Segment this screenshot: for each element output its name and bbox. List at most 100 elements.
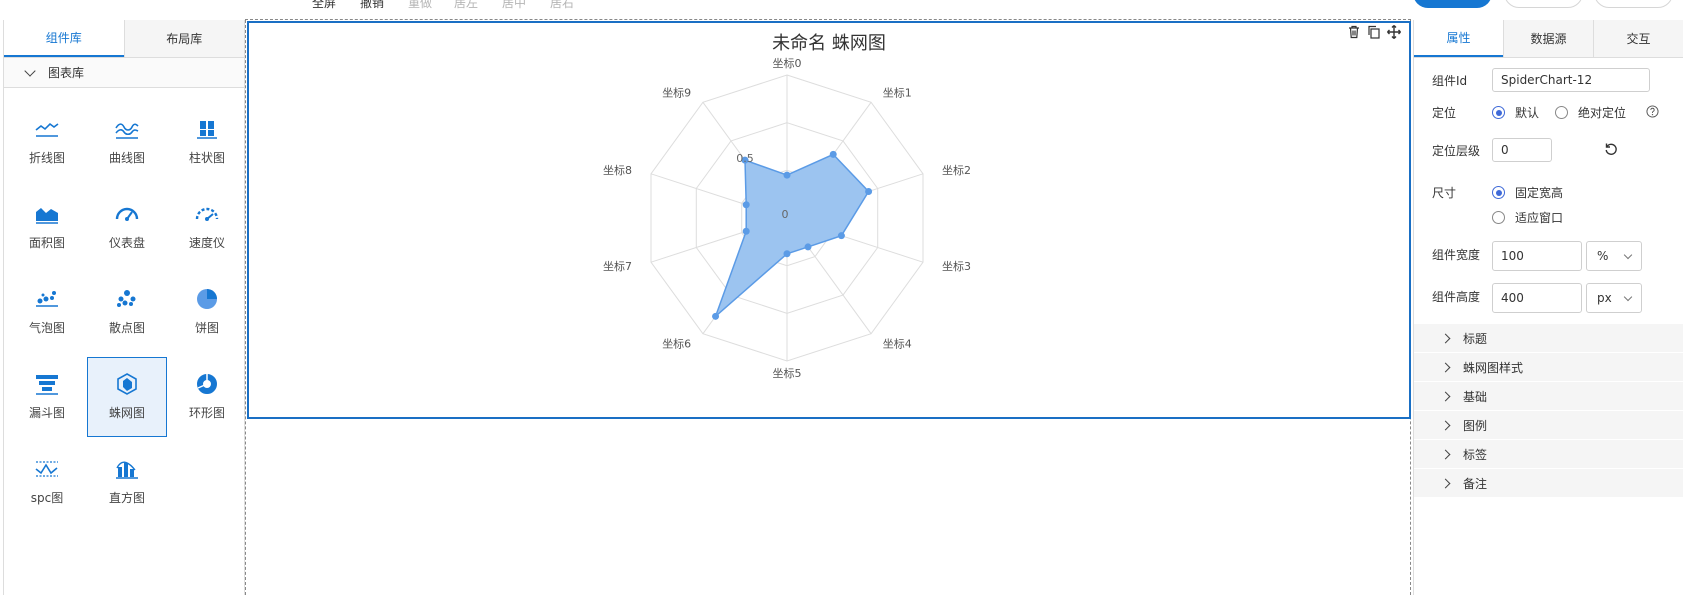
radar-indicator-label: 坐标6 [662, 336, 691, 350]
size-fit-option[interactable]: 适应窗口 [1492, 209, 1563, 226]
width-row: 组件宽度 100 % [1432, 241, 1642, 271]
area-chart-icon [34, 203, 60, 234]
section-5[interactable]: 备注 [1414, 469, 1683, 498]
spider-chart-component[interactable]: 未命名 蛛网图 0 0.5 坐标0 坐标1 坐标2 坐标3 坐标4 坐标5 坐标6 坐标7 坐标8 坐… [247, 21, 1411, 419]
radar-data-point [837, 232, 845, 240]
position-row: 定位 默认 绝对定位 [1432, 104, 1659, 121]
component-pie-chart[interactable]: 饼图 [167, 272, 247, 352]
component-label: 散点图 [108, 321, 145, 335]
property-panel-tabs: 属性 数据源 交互 [1414, 20, 1683, 58]
height-label: 组件高度 [1432, 289, 1481, 304]
size-fixed-option[interactable]: 固定宽高 [1492, 184, 1563, 201]
component-curve-chart[interactable]: 曲线图 [87, 102, 167, 182]
radar-indicator-label: 坐标7 [603, 259, 632, 273]
width-unit-select[interactable]: % [1586, 241, 1642, 271]
section-label: 基础 [1463, 389, 1488, 404]
design-canvas[interactable]: 未命名 蛛网图 0 0.5 坐标0 坐标1 坐标2 坐标3 坐标4 坐标5 坐标6 坐标7 坐标8 坐… [245, 20, 1411, 595]
section-label: 图例 [1463, 418, 1488, 433]
width-input[interactable]: 100 [1492, 241, 1582, 271]
radar-data-point [712, 312, 720, 320]
bar-chart-icon [194, 118, 220, 149]
component-bar-chart[interactable]: 柱状图 [167, 102, 247, 182]
chevron-down-icon [24, 64, 36, 77]
component-funnel-chart[interactable]: 漏斗图 [7, 357, 87, 437]
radio-checked-icon[interactable] [1492, 186, 1505, 199]
position-label: 定位 [1432, 106, 1457, 120]
height-unit-value: px [1597, 291, 1612, 305]
help-icon[interactable] [1646, 104, 1659, 121]
component-label: 漏斗图 [28, 406, 65, 420]
undo-button[interactable]: 撤销 [360, 0, 384, 11]
component-label: 饼图 [194, 321, 219, 335]
fullscreen-button[interactable]: 全屏 [312, 0, 336, 11]
scatter-chart-icon [114, 288, 140, 319]
radar-tick-label: 0 [782, 208, 789, 221]
height-input[interactable]: 400 [1492, 283, 1582, 313]
radar-data-point [742, 201, 750, 209]
align-center-button[interactable]: 居中 [502, 0, 526, 11]
component-id-label: 组件Id [1432, 73, 1468, 88]
section-2[interactable]: 基础 [1414, 382, 1683, 411]
gauge-icon [114, 203, 140, 234]
component-histogram[interactable]: 直方图 [87, 442, 167, 522]
radio-checked-icon[interactable] [1492, 106, 1505, 119]
redo-button[interactable]: 重做 [408, 0, 432, 11]
histogram-icon [114, 458, 140, 489]
position-absolute-option[interactable]: 绝对定位 [1555, 104, 1626, 121]
tab-properties[interactable]: 属性 [1414, 20, 1503, 57]
radar-indicator-label: 坐标2 [942, 163, 971, 177]
section-0[interactable]: 标题 [1414, 324, 1683, 353]
bubble-chart-icon [34, 288, 60, 319]
component-bubble-chart[interactable]: 气泡图 [7, 272, 87, 352]
chevron-right-icon [1440, 478, 1451, 488]
component-scatter-chart[interactable]: 散点图 [87, 272, 167, 352]
component-id-input[interactable]: SpiderChart-12 [1492, 68, 1650, 92]
save-button[interactable] [1413, 0, 1492, 8]
tab-layouts[interactable]: 布局库 [123, 20, 244, 57]
component-radar-chart[interactable]: 蛛网图 [87, 357, 167, 437]
exit-button[interactable] [1594, 0, 1673, 8]
align-right-button[interactable]: 居右 [550, 0, 574, 11]
radar-data-point [783, 250, 791, 258]
section-1[interactable]: 蛛网图样式 [1414, 353, 1683, 382]
position-default-option[interactable]: 默认 [1492, 104, 1539, 121]
section-label: 蛛网图样式 [1463, 360, 1524, 375]
component-speedometer[interactable]: 速度仪 [167, 187, 247, 267]
component-panel: 组件库 布局库 图表库 折线图 曲线图 柱状图 面积图 仪表盘 速度仪 气泡图 散点图 饼图漏斗… [3, 20, 245, 595]
radio-unchecked-icon[interactable] [1555, 106, 1569, 119]
component-spc-chart[interactable]: spc图 [7, 442, 87, 522]
component-line-chart[interactable]: 折线图 [7, 102, 87, 182]
reset-icon[interactable] [1604, 142, 1618, 159]
zindex-label: 定位层级 [1432, 143, 1481, 158]
radar-indicator-label: 坐标3 [942, 259, 971, 273]
radar-chart-icon [114, 373, 140, 404]
tab-datasource[interactable]: 数据源 [1503, 20, 1593, 57]
component-label: 蛛网图 [108, 406, 145, 420]
position-absolute-label: 绝对定位 [1578, 106, 1627, 120]
chevron-down-icon [1623, 292, 1633, 301]
funnel-chart-icon [34, 373, 60, 404]
component-label: 直方图 [108, 491, 145, 505]
section-label: 备注 [1463, 476, 1488, 491]
property-panel: 属性 数据源 交互 组件Id SpiderChart-12 定位 默认 绝对定位… [1413, 20, 1683, 595]
chevron-right-icon [1440, 391, 1451, 401]
chart-library-header[interactable]: 图表库 [4, 58, 244, 88]
tab-components[interactable]: 组件库 [4, 20, 124, 57]
align-left-button[interactable]: 居左 [454, 0, 478, 11]
radar-data-point [783, 171, 791, 179]
zindex-input[interactable]: 0 [1492, 138, 1552, 162]
section-4[interactable]: 标签 [1414, 440, 1683, 469]
preview-button[interactable] [1504, 0, 1583, 8]
component-label: 折线图 [28, 151, 65, 165]
tab-interaction[interactable]: 交互 [1593, 20, 1683, 57]
pie-chart-icon [194, 288, 220, 319]
component-area-chart[interactable]: 面积图 [7, 187, 87, 267]
radar-tick-label: 0.5 [736, 152, 754, 165]
component-gauge[interactable]: 仪表盘 [87, 187, 167, 267]
section-3[interactable]: 图例 [1414, 411, 1683, 440]
radar-indicator-label: 坐标4 [883, 336, 912, 350]
radio-unchecked-icon[interactable] [1492, 211, 1505, 224]
component-donut-chart[interactable]: 环形图 [167, 357, 247, 437]
section-label: 标签 [1463, 447, 1488, 462]
height-unit-select[interactable]: px [1586, 283, 1642, 313]
